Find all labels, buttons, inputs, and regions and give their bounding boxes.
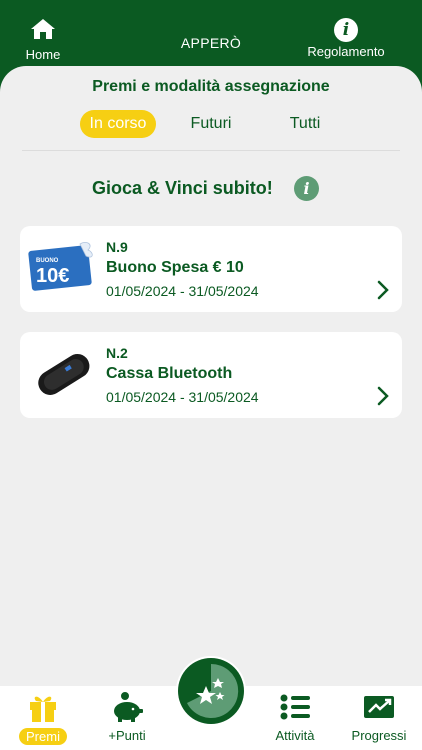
list-icon	[280, 694, 310, 720]
nav-progressi[interactable]: Progressi	[344, 686, 414, 743]
tab-futuri[interactable]: Futuri	[176, 110, 246, 138]
prize-number: N.2	[106, 345, 128, 361]
divider	[22, 150, 400, 151]
chevron-right-icon	[377, 280, 389, 300]
chevron-right-icon	[377, 386, 389, 406]
nav-premi[interactable]: Premi	[8, 686, 78, 746]
nav-label: Attività	[275, 728, 315, 743]
game-info-icon[interactable]: i	[294, 176, 319, 201]
prize-number: N.9	[106, 239, 128, 255]
nav-label: Progressi	[351, 728, 407, 743]
voucher-top-text: BUONO	[36, 258, 59, 264]
gift-icon	[30, 696, 56, 722]
voucher-image: BUONO 10€	[28, 242, 93, 291]
nav-punti[interactable]: +Punti	[92, 686, 162, 743]
nav-attivita[interactable]: Attività	[260, 686, 330, 743]
chart-up-icon	[364, 696, 394, 718]
tab-in-corso[interactable]: In corso	[80, 110, 156, 138]
nav-label: Premi	[19, 728, 67, 745]
rules-label: Regolamento	[307, 44, 385, 59]
prize-name: Cassa Bluetooth	[106, 365, 233, 382]
prize-name: Buono Spesa € 10	[106, 259, 244, 276]
prize-dates: 01/05/2024 - 31/05/2024	[106, 389, 259, 405]
rules-button[interactable]: i Regolamento	[298, 18, 394, 59]
star-game-icon	[178, 658, 244, 724]
main-content: Premi e modalità assegnazione In corso F…	[0, 66, 422, 686]
prize-card[interactable]: BUONO 10€ N.9 Buono Spesa € 10 01/05/202…	[20, 226, 402, 312]
prize-card[interactable]: N.2 Cassa Bluetooth 01/05/2024 - 31/05/2…	[20, 332, 402, 418]
tab-tutti[interactable]: Tutti	[270, 110, 340, 138]
info-icon: i	[334, 18, 358, 42]
center-play-button[interactable]	[176, 656, 246, 726]
game-title: Gioca & Vinci subito!	[92, 178, 273, 198]
tab-bar: In corso Futuri Tutti	[0, 110, 422, 138]
piggy-bank-icon	[114, 692, 143, 722]
nav-label: +Punti	[108, 728, 146, 743]
section-title: Premi e modalità assegnazione	[92, 78, 330, 95]
bluetooth-speaker-image	[38, 353, 90, 395]
voucher-amount-text: 10€	[36, 265, 69, 287]
prize-dates: 01/05/2024 - 31/05/2024	[106, 283, 259, 299]
